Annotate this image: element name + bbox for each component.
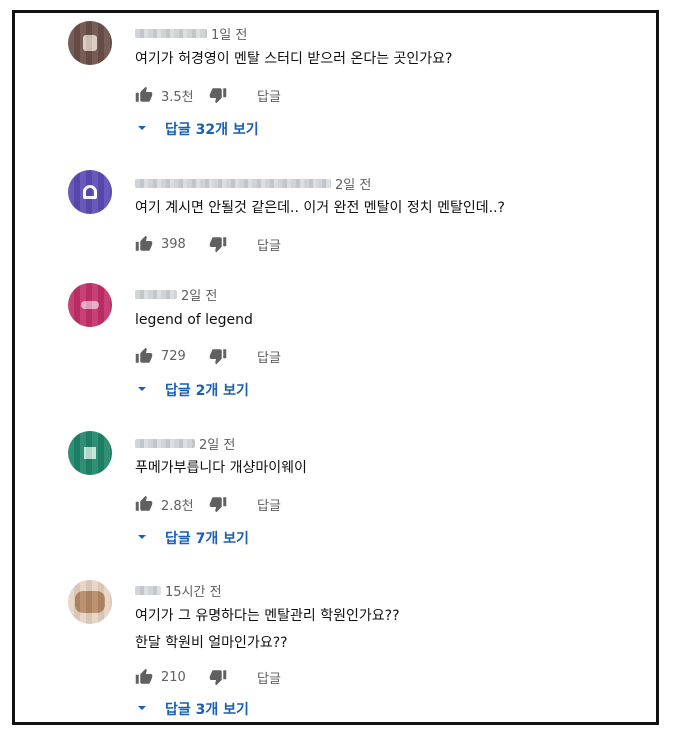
comment-meta: 2일 전	[135, 285, 217, 304]
like-count: 2.8천	[161, 498, 194, 514]
author-name-blurred[interactable]	[135, 289, 177, 299]
avatar[interactable]	[68, 580, 112, 624]
comment-text: 푸메가부릅니다 개샹마이웨이	[135, 455, 307, 482]
comment-actions: 398 답글	[135, 235, 281, 254]
comment-text-line: 푸메가부릅니다 개샹마이웨이	[135, 460, 307, 476]
like-count: 210	[161, 669, 186, 685]
author-name-blurred[interactable]	[135, 585, 161, 595]
thumbs-down-icon[interactable]	[209, 235, 227, 253]
comment-time[interactable]: 2일 전	[199, 434, 235, 453]
like-count: 3.5천	[161, 89, 194, 105]
thumbs-up-icon[interactable]	[135, 347, 153, 365]
comment-text: 여기가 허경영이 멘탈 스터디 받으러 온다는 곳인가요?	[135, 46, 453, 73]
view-replies-label: 답글 7개 보기	[165, 531, 249, 547]
comment-meta: 2일 전	[135, 434, 235, 453]
comment-meta: 15시간 전	[135, 581, 222, 600]
comment-text-line: legend of legend	[135, 312, 253, 328]
caret-down-icon	[137, 382, 147, 398]
view-replies-button[interactable]: 답글 2개 보기	[135, 381, 249, 399]
comment-time[interactable]: 15시간 전	[165, 581, 222, 600]
comment-section: 1일 전 여기가 허경영이 멘탈 스터디 받으러 온다는 곳인가요? 3.5천 …	[12, 10, 659, 725]
comment-text-line: 한달 학원비 얼마인가요??	[135, 635, 288, 651]
thumbs-up-icon[interactable]	[135, 86, 153, 104]
avatar[interactable]	[68, 170, 112, 214]
view-replies-button[interactable]: 답글 32개 보기	[135, 120, 259, 138]
reply-button[interactable]: 답글	[257, 347, 281, 366]
view-replies-button[interactable]: 답글 7개 보기	[135, 529, 249, 547]
comment-time[interactable]: 1일 전	[211, 24, 247, 43]
view-replies-label: 답글 3개 보기	[165, 702, 249, 718]
comment-actions: 210 답글	[135, 668, 281, 687]
view-replies-button[interactable]: 답글 3개 보기	[135, 700, 249, 718]
caret-down-icon	[137, 701, 147, 717]
comment-text: 여기 계시면 안될것 같은데.. 이거 완전 멘탈이 정치 멘탈인데..?	[135, 195, 505, 222]
comment-text: 여기가 그 유명하다는 멘탈관리 학원인가요?? 한달 학원비 얼마인가요??	[135, 603, 400, 657]
author-name-blurred[interactable]	[135, 28, 207, 38]
author-name-blurred[interactable]	[135, 438, 195, 448]
comment-meta: 2일 전	[135, 174, 371, 193]
like-count: 729	[161, 348, 186, 364]
comment-actions: 3.5천 답글	[135, 86, 281, 105]
avatar[interactable]	[68, 431, 112, 475]
thumbs-down-icon[interactable]	[209, 495, 227, 513]
comment-text-line: 여기 계시면 안될것 같은데.. 이거 완전 멘탈이 정치 멘탈인데..?	[135, 200, 505, 216]
comment-actions: 729 답글	[135, 347, 281, 366]
thumbs-down-icon[interactable]	[209, 668, 227, 686]
comment-time[interactable]: 2일 전	[335, 174, 371, 193]
view-replies-label: 답글 32개 보기	[165, 122, 259, 138]
avatar[interactable]	[68, 21, 112, 65]
thumbs-down-icon[interactable]	[209, 347, 227, 365]
comment-actions: 2.8천 답글	[135, 495, 281, 514]
author-name-blurred[interactable]	[135, 178, 331, 188]
comment-text: legend of legend	[135, 307, 253, 334]
thumbs-up-icon[interactable]	[135, 668, 153, 686]
comment-text-line: 여기가 허경영이 멘탈 스터디 받으러 온다는 곳인가요?	[135, 51, 453, 67]
reply-button[interactable]: 답글	[257, 668, 281, 687]
view-replies-label: 답글 2개 보기	[165, 383, 249, 399]
thumbs-up-icon[interactable]	[135, 235, 153, 253]
comment-time[interactable]: 2일 전	[181, 285, 217, 304]
comment-meta: 1일 전	[135, 24, 247, 43]
caret-down-icon	[137, 121, 147, 137]
comment-text-line: 여기가 그 유명하다는 멘탈관리 학원인가요??	[135, 608, 400, 624]
like-count: 398	[161, 236, 186, 252]
caret-down-icon	[137, 530, 147, 546]
avatar[interactable]	[68, 283, 112, 327]
reply-button[interactable]: 답글	[257, 86, 281, 105]
thumbs-down-icon[interactable]	[209, 86, 227, 104]
thumbs-up-icon[interactable]	[135, 495, 153, 513]
reply-button[interactable]: 답글	[257, 495, 281, 514]
reply-button[interactable]: 답글	[257, 235, 281, 254]
